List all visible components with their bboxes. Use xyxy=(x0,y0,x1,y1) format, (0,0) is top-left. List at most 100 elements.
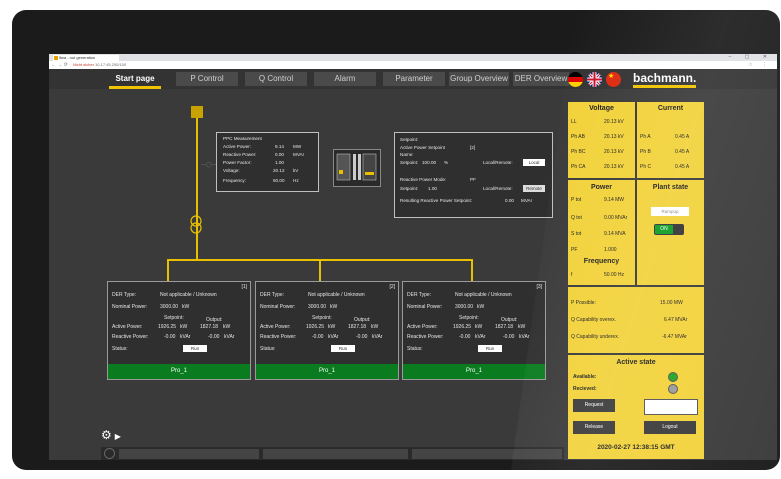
sp-label: Setpoint: xyxy=(400,160,419,165)
der-panel-2[interactable]: [2] DER Type: Not applicable / Unknown N… xyxy=(255,281,399,380)
der-panel-3[interactable]: [3] DER Type: Not applicable / Unknown N… xyxy=(402,281,546,380)
der-type: Not applicable / Unknown xyxy=(160,292,217,298)
resulting-label: Resulting Reactive Power Setpoint: xyxy=(400,198,473,203)
browser-tabstrip: ifwa - not generation – ▢ ✕ xyxy=(49,54,777,61)
capability-value: -6.47 MVAr xyxy=(662,334,687,340)
voltage-value: 20.13 kV xyxy=(604,149,624,155)
status-label: Status: xyxy=(407,346,423,352)
current-section: Current Ph A 0.45 A Ph B 0.45 A Ph C 0.4… xyxy=(636,101,705,179)
nominal-unit: kW xyxy=(182,304,190,310)
der-name-bar: Pro_1 xyxy=(108,364,250,379)
der-name-bar: Pro_1 xyxy=(256,364,398,379)
capability-label: Q Capability underex. xyxy=(571,334,620,340)
status-badge[interactable]: Run xyxy=(331,345,355,352)
busbar-vertical xyxy=(196,116,198,259)
nominal-value: 3000.00 xyxy=(455,304,474,310)
request-input[interactable] xyxy=(644,399,698,415)
capability-value: 6.47 MVAr xyxy=(664,317,688,323)
tab-label: Parameter xyxy=(395,74,433,83)
power-label: S tot xyxy=(571,231,582,237)
ppc-row-value: 1.00 xyxy=(275,160,284,165)
der-panel-1[interactable]: [1] DER Type: Not applicable / Unknown N… xyxy=(107,281,251,380)
ppc-row-unit: Hz xyxy=(293,178,299,183)
play-icon[interactable]: ▶ xyxy=(115,432,121,441)
available-label: Available: xyxy=(573,374,597,380)
frequency-title: Frequency xyxy=(583,258,620,265)
tab-label: Start page xyxy=(115,74,155,83)
capability-value: 15.00 MW xyxy=(660,300,683,306)
voltage-label: Ph BC xyxy=(571,149,586,155)
tab-alarm[interactable]: Alarm xyxy=(314,72,376,86)
frequency-label: f xyxy=(571,272,573,278)
reactive-power-label: Reactive Power: xyxy=(260,334,297,340)
plant-toggle[interactable]: ON xyxy=(654,224,684,235)
current-label: Ph B xyxy=(640,149,651,155)
ppc-row-label: Voltage: xyxy=(223,168,240,173)
browser-menu-icons[interactable]: ☆ ⋮ xyxy=(748,61,771,69)
tablet-frame: ifwa - not generation – ▢ ✕ ← → ⟳ Nicht … xyxy=(12,10,780,470)
window-controls[interactable]: – ▢ ✕ xyxy=(729,54,773,61)
release-button[interactable]: Release xyxy=(573,421,615,434)
timestamp: 2020-02-27 12:38:15 GMT xyxy=(597,444,675,451)
active-sp-unit: kW xyxy=(475,324,483,330)
url-bar[interactable]: ← → ⟳ Nicht sicher 10.17.45.200/100 ☆ ⋮ xyxy=(49,61,777,69)
tab-group-overview[interactable]: Group Overview xyxy=(449,72,509,86)
ppc-row-unit: kV xyxy=(293,168,299,173)
power-section: Power P tot 9.14 MW Q tot 0.00 MVAr S to… xyxy=(567,179,636,286)
power-label: P tot xyxy=(571,197,582,203)
bottom-bar-segment xyxy=(263,449,408,459)
local-button[interactable]: Local xyxy=(523,159,545,166)
tab-q-control[interactable]: Q Control xyxy=(245,72,307,86)
reactive-sp: -0.00 xyxy=(459,334,471,340)
voltage-value: 20.13 kV xyxy=(604,119,624,125)
tab-label: Group Overview xyxy=(450,74,508,83)
nominal-label: Nominal Power: xyxy=(112,304,148,310)
china-flag-icon[interactable]: ★ xyxy=(606,72,621,87)
tab-der-overview[interactable]: DER Overview xyxy=(513,72,569,86)
bottom-bar-segment xyxy=(412,449,562,459)
received-indicator xyxy=(668,384,678,394)
received-label: Recieved: xyxy=(573,386,597,392)
browser-nav-icons[interactable]: ← → ⟳ xyxy=(51,61,68,69)
der-type-label: DER Type: xyxy=(407,292,432,298)
url-text[interactable]: 10.17.45.200/100 xyxy=(95,62,126,67)
tab-start-page[interactable]: Start page xyxy=(109,72,161,89)
tab-p-control[interactable]: P Control xyxy=(176,72,238,86)
der-name-bar: Pro_1 xyxy=(403,364,545,379)
active-tab-underline xyxy=(109,86,161,89)
resulting-value: 0.00 xyxy=(505,198,514,203)
rampup-button[interactable]: Rampup xyxy=(651,207,689,216)
active-out-unit: kW xyxy=(223,324,231,330)
status-badge[interactable]: Run xyxy=(183,345,207,352)
active-out: 1827.18 xyxy=(200,324,219,330)
german-flag-icon[interactable] xyxy=(568,72,583,87)
der-type: Not applicable / Unknown xyxy=(308,292,365,298)
voltage-section: Voltage LL 20.13 kV Ph AB 20.13 kV Ph BC… xyxy=(567,101,636,179)
reactive-out-unit: kVAr xyxy=(372,334,383,340)
settings-menu[interactable]: ⚙ ▶ xyxy=(101,428,131,442)
uk-flag-icon[interactable] xyxy=(587,72,602,87)
gear-icon[interactable]: ⚙ xyxy=(101,428,112,442)
power-icon[interactable] xyxy=(104,448,115,459)
reactive-sp-value: 1.00 xyxy=(428,186,437,191)
setpoint-title: Setpoint: xyxy=(400,137,419,142)
ppc-row-label: Frequency: xyxy=(223,178,246,183)
tab-parameter[interactable]: Parameter xyxy=(383,72,445,86)
setpoint-header: Setpoint: xyxy=(164,315,184,321)
current-value: 0.45 A xyxy=(675,164,690,170)
active-out-unit: kW xyxy=(518,324,526,330)
der-index: [2] xyxy=(389,284,395,290)
power-value: 9.14 MW xyxy=(604,197,625,203)
request-button[interactable]: Request xyxy=(573,399,615,412)
logout-button[interactable]: Logout xyxy=(644,421,696,434)
reactive-out-unit: kVAr xyxy=(224,334,235,340)
status-sidebar: Voltage LL 20.13 kV Ph AB 20.13 kV Ph BC… xyxy=(567,101,705,460)
reactive-out: -0.00 xyxy=(503,334,515,340)
security-warning[interactable]: Nicht sicher xyxy=(73,62,94,67)
active-power-label: Active Power: xyxy=(407,324,438,330)
remote-button[interactable]: Remote xyxy=(523,185,545,192)
ppc-title: PPC Measurement xyxy=(223,136,262,141)
setpoint-panel: Setpoint: Active Power Setpoint [2] Name… xyxy=(394,132,553,218)
status-badge[interactable]: Run xyxy=(478,345,502,352)
toggle-label: ON xyxy=(655,225,673,234)
